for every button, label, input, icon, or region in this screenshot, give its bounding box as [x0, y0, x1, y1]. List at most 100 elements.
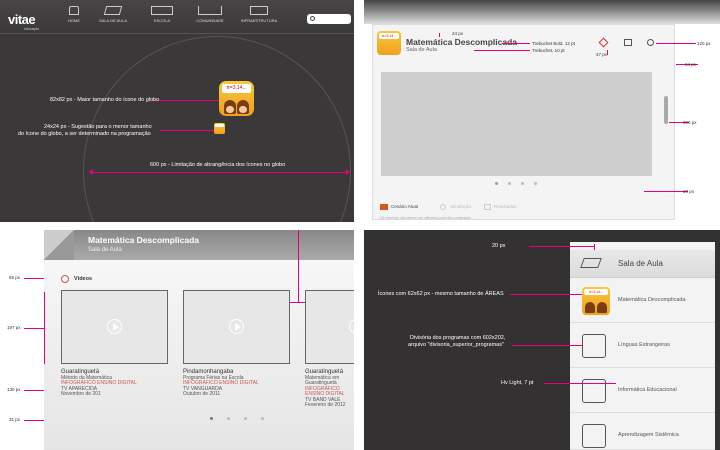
measure-line	[510, 294, 582, 295]
sidebar-header-label: Sala de Aula	[618, 259, 663, 268]
kid-hair-icon	[597, 302, 607, 313]
sidebar-item-informatica[interactable]: Informática Educacional	[570, 369, 715, 413]
nav-comunidade[interactable]: COMUNIDADE	[189, 6, 231, 23]
edit-icon[interactable]	[624, 39, 632, 46]
cenario-icon	[380, 204, 388, 210]
measure-47px: 47 px	[596, 52, 608, 57]
measure-300px: 300 px	[683, 120, 697, 125]
measure-line	[44, 292, 45, 364]
tab-simulacao[interactable]: Simulação	[440, 203, 490, 213]
formula-label: π=3,14...	[379, 33, 399, 39]
play-icon	[229, 319, 244, 334]
placeholder-icon	[582, 424, 606, 448]
video-thumb-3[interactable]	[305, 290, 354, 364]
range-arrow-left	[89, 169, 93, 175]
nav-comunidade-label: COMUNIDADE	[196, 18, 224, 23]
font-bold-spec: Trebuchet Bold, 12 pt	[532, 41, 575, 46]
nav-home[interactable]: HOME	[53, 6, 95, 23]
nav-infraestrutura[interactable]: INFRAESTRUTURA	[238, 6, 280, 23]
nav-home-label: HOME	[68, 18, 80, 23]
video-caption-3: Guaratinguetá Matemática em Guaratinguet…	[305, 369, 354, 409]
video-thumb-1[interactable]	[61, 290, 168, 364]
sidebar-item-label: Informática Educacional	[618, 387, 677, 393]
annotation-font: Hv Light, 7 pt	[501, 380, 534, 386]
annotation-small-icon-2: do ícone do globo, a ser determinado na …	[18, 131, 151, 137]
tab-resultados[interactable]: Resultados	[484, 203, 534, 213]
footer-text: Os recursos não devem ser utilizados par…	[380, 216, 474, 220]
measure-line	[529, 246, 594, 247]
measure-line	[439, 33, 440, 37]
nav-escola[interactable]: ESCOLA	[141, 6, 183, 23]
globe-spec-panel: vitae educação HOME SALA DE AULA ESCOLA …	[0, 0, 354, 222]
play-icon	[349, 319, 354, 334]
book-icon	[580, 258, 602, 268]
font-regular-spec: Trebuchet, 10 pt	[532, 48, 565, 53]
header-corner-graphic	[44, 230, 74, 260]
measure-65px: 65 px	[9, 275, 21, 280]
measure-130px: 130 px	[7, 387, 21, 392]
kid-face-icon	[226, 106, 234, 113]
video-line2: INFOGRÁFICO ENSINO DIGITAL	[305, 385, 345, 397]
measure-20px: 20 px	[492, 243, 506, 249]
scrollbar[interactable]	[664, 96, 668, 124]
measure-line	[24, 390, 44, 391]
pager-dot[interactable]	[227, 417, 230, 420]
measure-20px: 20 px	[683, 189, 695, 194]
pager-dot[interactable]	[244, 417, 247, 420]
school-icon	[151, 6, 173, 15]
measure-line	[544, 383, 616, 384]
pager-dot[interactable]	[508, 182, 511, 185]
sidebar-item-linguas[interactable]: Línguas Estrangeiras	[570, 324, 715, 368]
measure-line	[24, 328, 44, 329]
nav-sala-de-aula[interactable]: SALA DE AULA	[92, 6, 134, 23]
measure-31px: 31 px	[9, 417, 21, 422]
brand-logo[interactable]: vitae	[8, 12, 36, 27]
tab-cenario[interactable]: Cenário Atual	[380, 203, 440, 213]
videos-page-spec: Matemática Descomplicada Sala de Aula Ví…	[0, 230, 354, 450]
resultados-icon	[484, 204, 491, 210]
measure-line	[160, 130, 214, 131]
tab-resultados-label: Resultados	[494, 204, 517, 209]
measure-120px: 120 px	[697, 41, 711, 46]
course-subtitle: Sala de Aula	[406, 47, 437, 53]
sidebar-header: Sala de Aula	[570, 250, 715, 278]
video-line4: Outubro de 2011	[183, 391, 221, 397]
toggle-icon[interactable]	[647, 39, 654, 46]
measure-24px-right: 24 px	[685, 62, 697, 67]
course-icon: π=3,14...	[377, 31, 401, 55]
search-input[interactable]	[307, 14, 351, 24]
search-icon	[310, 16, 315, 21]
section-videos-label: Vídeos	[74, 276, 93, 282]
house-icon	[69, 6, 79, 15]
content-area	[381, 72, 652, 176]
measure-24px: 24 px	[452, 31, 464, 36]
book-icon	[103, 6, 123, 15]
measure-197px: 197 px	[7, 325, 21, 330]
pager-dot[interactable]	[495, 182, 498, 185]
brand-tagline: educação	[24, 27, 40, 31]
tab-simulacao-label: Simulação	[450, 204, 472, 209]
play-circle-icon	[61, 275, 69, 283]
formula-label: π=3,14...	[222, 84, 251, 93]
globe-icon-large[interactable]: π=3,14...	[219, 81, 254, 116]
measure-line	[644, 191, 688, 192]
pager-dot[interactable]	[210, 417, 213, 420]
pager-dot[interactable]	[534, 182, 537, 185]
sidebar-item-label: Matemática Descomplicada	[618, 297, 686, 303]
sidebar-item-matematica[interactable]: π=3,14... Matemática Descomplicada	[570, 279, 715, 323]
formula-label: π=3,14...	[584, 289, 608, 295]
sidebar-item-label: Aprendizagem Sistêmica	[618, 432, 679, 438]
sidebar-item-aprendizagem[interactable]: Aprendizagem Sistêmica	[570, 414, 715, 450]
course-page-spec: π=3,14... Matemática Descomplicada Sala …	[364, 0, 720, 222]
measure-line	[152, 100, 219, 101]
measure-line	[474, 50, 530, 51]
pager-dot[interactable]	[261, 417, 264, 420]
computer-icon	[250, 6, 268, 15]
video-line1: Matemática em Guaratinguetá	[305, 374, 340, 386]
video-thumb-2[interactable]	[183, 290, 290, 364]
range-arrow-right	[346, 169, 350, 175]
globe-icon-small[interactable]	[214, 123, 225, 134]
pager-dot[interactable]	[521, 182, 524, 185]
course-icon: π=3,14...	[582, 287, 610, 315]
simulacao-icon	[440, 204, 446, 210]
